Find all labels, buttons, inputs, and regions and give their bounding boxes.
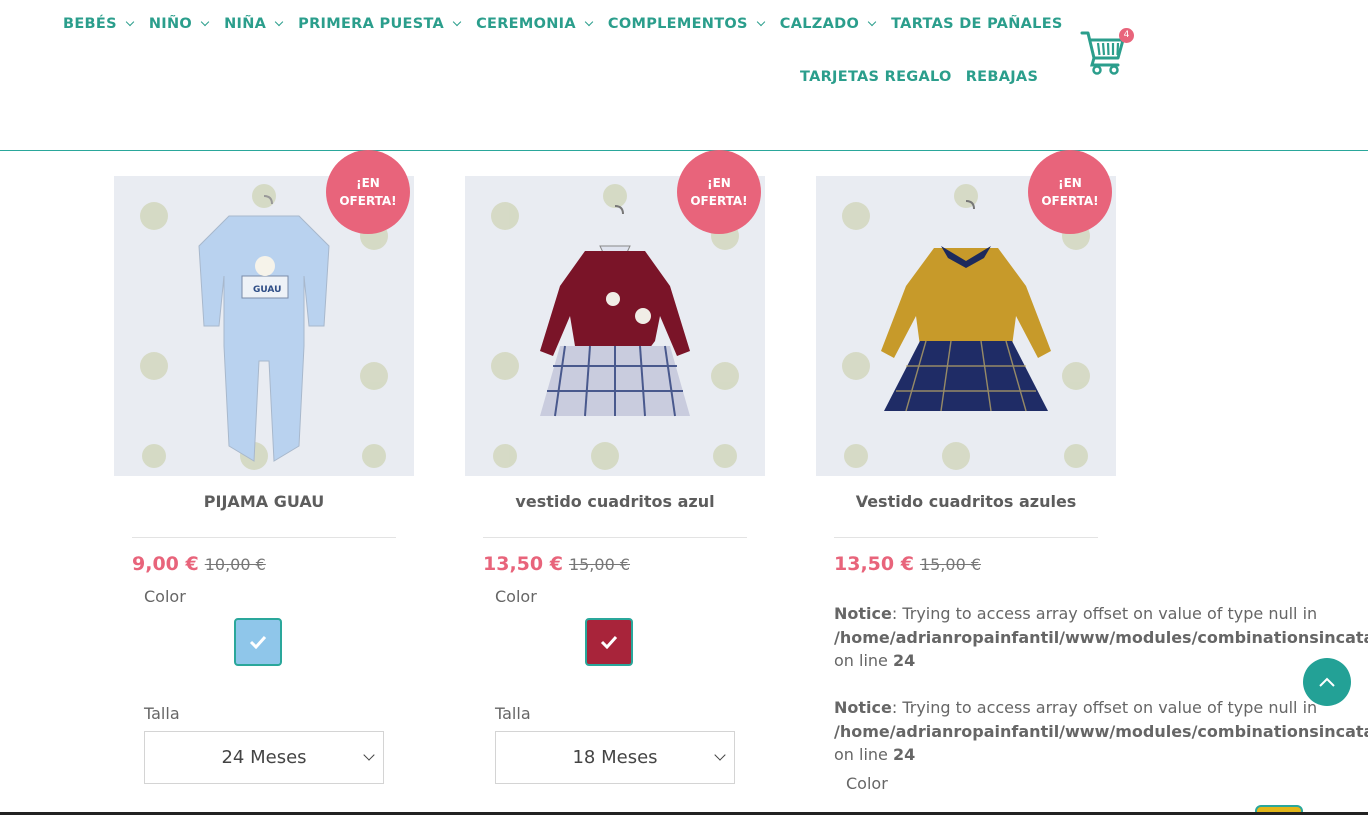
check-icon: [600, 635, 618, 649]
secondary-nav: TARJETAS REGALO REBAJAS: [800, 67, 1054, 87]
svg-text:GUAU: GUAU: [253, 285, 281, 295]
notice-message: : Trying to access array offset on value…: [891, 698, 1318, 717]
nav-label: NIÑA: [224, 16, 267, 32]
nav-item-primera-puesta[interactable]: PRIMERA PUESTA: [298, 14, 462, 34]
price-row: 13,50 € 15,00 €: [483, 553, 630, 575]
nav-label: BEBÉS: [63, 16, 117, 32]
chevron-up-icon: [1319, 677, 1335, 687]
color-label: Color: [495, 587, 537, 606]
notice-line: 24: [892, 745, 916, 764]
product-card: GUAU ¡EN OFERTA! PIJAMA GUAU 9,00 € 10,00…: [114, 150, 414, 784]
sale-badge: ¡EN OFERTA!: [326, 150, 410, 234]
notice-title: Notice: [834, 698, 892, 717]
nav-label: REBAJAS: [965, 69, 1039, 85]
chevron-down-icon: [274, 17, 284, 27]
chevron-down-icon: [363, 749, 375, 761]
chevron-down-icon: [200, 17, 210, 27]
regular-price: 10,00 €: [204, 555, 266, 574]
price-row: 9,00 € 10,00 €: [132, 553, 266, 575]
sale-badge: ¡EN OFERTA!: [677, 150, 761, 234]
product-image[interactable]: GUAU ¡EN OFERTA!: [114, 150, 414, 476]
chevron-down-icon: [125, 17, 135, 27]
notice-title: Notice: [834, 604, 892, 623]
color-label: Color: [144, 587, 186, 606]
nav-label: PRIMERA PUESTA: [298, 16, 445, 32]
cart-button[interactable]: 4: [1080, 28, 1134, 76]
php-notice: Notice: Trying to access array offset on…: [834, 696, 1368, 767]
notice-message: : Trying to access array offset on value…: [891, 604, 1318, 623]
chevron-down-icon: [584, 17, 594, 27]
product-card: ¡EN OFERTA! Vestido cuadritos azules 13,…: [816, 150, 1116, 575]
nav-item-tarjetas-regalo[interactable]: TARJETAS REGALO: [800, 67, 952, 87]
main-nav: BEBÉS NIÑO NIÑA PRIMERA PUESTA CEREMONIA…: [63, 14, 1079, 34]
nav-label: TARTAS DE PAÑALES: [891, 16, 1063, 32]
nav-label: COMPLEMENTOS: [607, 16, 748, 32]
size-select[interactable]: 18 Meses: [495, 731, 735, 784]
color-swatch-blue[interactable]: [234, 618, 282, 666]
notice-line-prefix: on line: [834, 651, 893, 670]
scroll-to-top-button[interactable]: [1303, 658, 1351, 706]
divider: [132, 537, 396, 538]
regular-price: 15,00 €: [568, 555, 631, 574]
php-notice: Notice: Trying to access array offset on…: [834, 602, 1368, 673]
product-image[interactable]: ¡EN OFERTA!: [816, 150, 1116, 476]
chevron-down-icon: [452, 17, 462, 27]
color-swatch-burgundy[interactable]: [585, 618, 633, 666]
nav-item-tartas-de-panales[interactable]: TARTAS DE PAÑALES: [891, 14, 1063, 34]
nav-label: NIÑO: [148, 16, 193, 32]
product-image[interactable]: ¡EN OFERTA!: [465, 150, 765, 476]
product-name[interactable]: Vestido cuadritos azules: [816, 492, 1116, 511]
nav-item-rebajas[interactable]: REBAJAS: [966, 67, 1039, 87]
nav-label: CALZADO: [779, 16, 860, 32]
sale-badge: ¡EN OFERTA!: [1028, 150, 1112, 234]
cart-count-badge: 4: [1119, 28, 1134, 43]
chevron-down-icon: [714, 749, 726, 761]
product-name[interactable]: vestido cuadritos azul: [465, 492, 765, 511]
chevron-down-icon: [756, 17, 766, 27]
nav-label: TARJETAS REGALO: [800, 69, 952, 85]
size-select[interactable]: 24 Meses: [144, 731, 384, 784]
nav-label: CEREMONIA: [476, 16, 576, 32]
sale-price: 13,50 €: [834, 553, 914, 575]
notice-line-prefix: on line: [834, 745, 893, 764]
size-select-value: 24 Meses: [221, 747, 307, 768]
nav-item-complementos[interactable]: COMPLEMENTOS: [607, 14, 766, 34]
size-label: Talla: [495, 704, 531, 723]
notice-path: /home/adrianropainfantil/www/modules/com…: [834, 627, 1368, 647]
price-row: 13,50 € 15,00 €: [834, 553, 981, 575]
divider: [483, 537, 747, 538]
divider: [834, 537, 1098, 538]
nav-item-calzado[interactable]: CALZADO: [779, 14, 877, 34]
chevron-down-icon: [867, 17, 877, 27]
size-select-value: 18 Meses: [572, 747, 658, 768]
site-header: BEBÉS NIÑO NIÑA PRIMERA PUESTA CEREMONIA…: [0, 0, 1368, 151]
size-label: Talla: [144, 704, 180, 723]
product-name[interactable]: PIJAMA GUAU: [114, 492, 414, 511]
check-icon: [249, 635, 267, 649]
nav-item-bebes[interactable]: BEBÉS: [63, 14, 135, 34]
nav-item-nino[interactable]: NIÑO: [148, 14, 210, 34]
product-card: ¡EN OFERTA! vestido cuadritos azul 13,50…: [465, 150, 765, 784]
color-label: Color: [846, 774, 888, 793]
notice-path: /home/adrianropainfantil/www/modules/com…: [834, 721, 1368, 741]
sale-price: 9,00 €: [132, 553, 199, 575]
nav-item-ceremonia[interactable]: CEREMONIA: [476, 14, 594, 34]
notice-line: 24: [892, 651, 916, 670]
regular-price: 15,00 €: [919, 555, 982, 574]
sale-price: 13,50 €: [483, 553, 563, 575]
nav-item-nina[interactable]: NIÑA: [224, 14, 284, 34]
